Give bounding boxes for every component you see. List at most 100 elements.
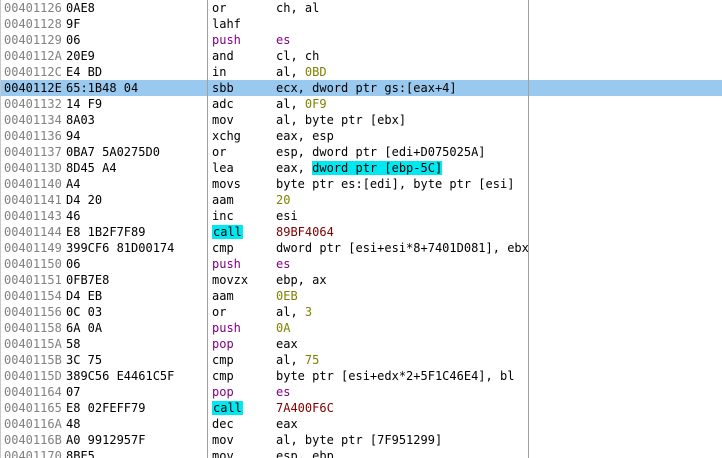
operands-cell: al, 75 — [276, 353, 320, 367]
operands-cell: eax — [276, 417, 298, 431]
operands-cell: byte ptr [esi+edx*2+5F1C46E4], bl — [276, 369, 515, 383]
instruction-row[interactable]: 00401132 14 F9 adc al, 0F9 — [0, 96, 722, 112]
instruction-row[interactable]: 00401154 D4 EB aam 0EB — [0, 288, 722, 304]
operands-cell: eax, esp — [276, 129, 334, 143]
address-cell: 00401136 — [4, 129, 62, 143]
operands-cell: ch, al — [276, 1, 320, 15]
address-cell: 00401129 — [4, 33, 62, 47]
hex-bytes-cell: 0C 03 — [66, 305, 103, 319]
instruction-row[interactable]: 00401158 6A 0A push 0A — [0, 320, 722, 336]
address-cell: 00401144 — [4, 225, 62, 239]
mnemonic-cell: or — [212, 145, 227, 159]
address-cell: 00401126 — [4, 1, 62, 15]
instruction-row[interactable]: 00401170 8BE5 mov esp, ebp — [0, 448, 722, 458]
instruction-row[interactable]: 00401143 46 inc esi — [0, 208, 722, 224]
instruction-row[interactable]: 00401134 8A03 mov al, byte ptr [ebx] — [0, 112, 722, 128]
hex-bytes-cell: 0BA7 5A0275D0 — [66, 145, 160, 159]
mnemonic-cell: pop — [212, 337, 234, 351]
operands-cell: esi — [276, 209, 298, 223]
address-cell: 00401170 — [4, 449, 62, 458]
address-cell: 0040113D — [4, 161, 62, 175]
instruction-row[interactable]: 00401149 399CF6 81D00174 cmp dword ptr [esi… — [0, 240, 722, 256]
mnemonic-cell: xchg — [212, 129, 241, 143]
hex-bytes-cell: 46 — [66, 209, 81, 223]
immediate-value: 20 — [276, 193, 291, 207]
instruction-row[interactable]: 00401141 D4 20 aam 20 — [0, 192, 722, 208]
hex-bytes-cell: 94 — [66, 129, 81, 143]
instruction-row[interactable]: 00401140 A4 movs byte ptr es:[edi], byte pt… — [0, 176, 722, 192]
column-divider-hex[interactable] — [207, 0, 208, 458]
operands-cell: esp, dword ptr [edi+D075025A] — [276, 145, 486, 159]
instruction-row[interactable]: 00401144 E8 1B2F7F89 call 89BF4064 — [0, 224, 722, 240]
operands-cell: es — [276, 256, 528, 272]
operands-cell: byte ptr es:[edi], byte ptr [esi] — [276, 177, 515, 191]
immediate-value: 75 — [304, 353, 320, 367]
instruction-row[interactable]: 00401150 06 push es — [0, 256, 722, 272]
instruction-row[interactable]: 00401156 0C 03 or al, 3 — [0, 304, 722, 320]
address-cell: 0040112C — [4, 65, 62, 79]
instruction-row[interactable]: 00401137 0BA7 5A0275D0 or esp, dword ptr [e… — [0, 144, 722, 160]
hex-bytes-cell: 0AE8 — [66, 1, 95, 15]
address-cell: 00401151 — [4, 273, 62, 287]
hex-bytes-cell: 3C 75 — [66, 353, 103, 367]
mnemonic-cell: and — [212, 49, 234, 63]
mnemonic-cell: lahf — [212, 17, 241, 31]
segment-register: es — [276, 257, 291, 271]
instruction-row[interactable]: 0040115D 389C56 E4461C5F cmp byte ptr [esi+… — [0, 368, 722, 384]
address-cell: 00401137 — [4, 145, 62, 159]
address-cell: 0040115D — [4, 369, 62, 383]
address-cell: 0040116B — [4, 433, 62, 447]
instruction-row[interactable]: 0040113D 8D45 A4 lea eax, dword ptr [ebp-5C… — [0, 160, 722, 176]
mnemonic-cell: aam — [212, 193, 234, 207]
instruction-row[interactable]: 0040115A 58 pop eax — [0, 336, 722, 352]
instruction-row[interactable]: 00401151 0FB7E8 movzx ebp, ax — [0, 272, 722, 288]
hex-bytes-cell: E4 BD — [66, 65, 103, 79]
mnemonic-cell: cmp — [212, 369, 234, 383]
address-cell: 00401143 — [4, 209, 62, 223]
call-highlight: call — [212, 225, 243, 239]
operands-cell: al, byte ptr [ebx] — [276, 113, 407, 127]
address-cell: 00401128 — [4, 17, 62, 31]
instruction-row[interactable]: 00401129 06 push es — [0, 32, 722, 48]
mnemonic-cell: mov — [212, 433, 234, 447]
hex-bytes-cell: 06 — [66, 257, 81, 271]
mnemonic-cell: mov — [212, 113, 234, 127]
mnemonic-cell: push — [212, 321, 241, 335]
immediate-value: 3 — [304, 305, 313, 319]
mnemonic-cell: aam — [212, 289, 234, 303]
mnemonic-cell: lea — [212, 161, 234, 175]
mnemonic-cell: dec — [212, 417, 234, 431]
column-divider-operands[interactable] — [528, 0, 529, 458]
disassembly-listing[interactable]: 00401126 0AE8 or ch, al 00401128 9F lahf 004011… — [0, 0, 722, 458]
hex-bytes-cell: D4 EB — [66, 289, 103, 303]
immediate-value: 0EB — [276, 289, 298, 303]
instruction-row[interactable]: 00401126 0AE8 or ch, al — [0, 0, 722, 16]
mnemonic-cell: inc — [212, 209, 234, 223]
segment-register: es — [276, 33, 291, 47]
call-target[interactable]: 89BF4064 — [276, 225, 334, 239]
hex-bytes-cell: 8D45 A4 — [66, 161, 117, 175]
address-cell: 00401154 — [4, 289, 62, 303]
selected-instruction-row[interactable]: 0040112E 65:1B48 04 sbb ecx, dword ptr gs:[… — [0, 80, 722, 96]
instruction-row[interactable]: 00401136 94 xchg eax, esp — [0, 128, 722, 144]
instruction-row[interactable]: 0040112C E4 BD in al, 0BD — [0, 64, 722, 80]
instruction-row[interactable]: 0040116B A0 9912957F mov al, byte ptr [7F95… — [0, 432, 722, 448]
mnemonic-cell: movzx — [212, 273, 249, 287]
instruction-row[interactable]: 0040112A 20E9 and cl, ch — [0, 48, 722, 64]
instruction-row[interactable]: 0040116A 48 dec eax — [0, 416, 722, 432]
instruction-row[interactable]: 00401128 9F lahf — [0, 16, 722, 32]
instruction-row[interactable]: 00401164 07 pop es — [0, 384, 722, 400]
hex-bytes-cell: 8A03 — [66, 113, 95, 127]
address-cell: 0040115A — [4, 337, 62, 351]
address-cell: 0040112A — [4, 49, 62, 63]
operands-cell: dword ptr [esi+esi*8+7401D081], ebx — [276, 241, 528, 255]
address-cell: 00401132 — [4, 97, 62, 111]
address-cell: 00401150 — [4, 257, 62, 271]
mnemonic-cell: in — [212, 65, 227, 79]
immediate-value: 0A — [276, 321, 291, 335]
instruction-row[interactable]: 0040115B 3C 75 cmp al, 75 — [0, 352, 722, 368]
call-target[interactable]: 7A400F6C — [276, 401, 334, 415]
operands-cell: es — [276, 32, 528, 48]
immediate-value: 0BD — [304, 65, 327, 79]
instruction-row[interactable]: 00401165 E8 02FEFF79 call 7A400F6C — [0, 400, 722, 416]
